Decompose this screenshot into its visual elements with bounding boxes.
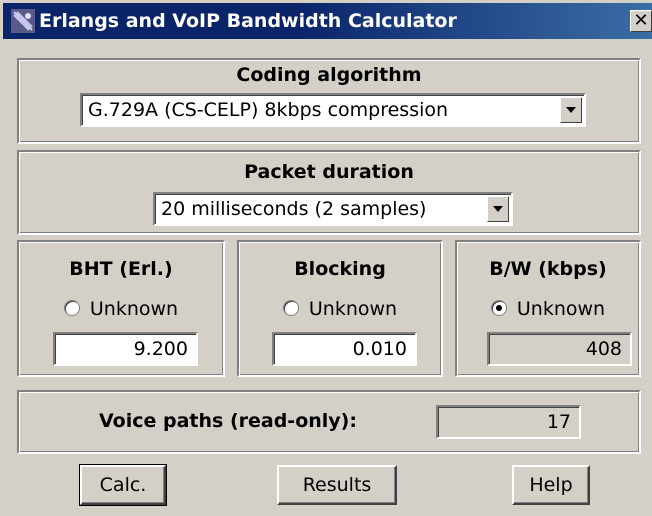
results-button[interactable]: Results [277,465,397,505]
packet-label: Packet duration [244,161,414,183]
bht-label: BHT (Erl.) [69,258,173,280]
bht-radio-label: Unknown [89,298,179,320]
chevron-down-icon [566,107,576,113]
voice-group: Voice paths (read-only): 17 [17,390,641,454]
coding-select[interactable]: G.729A (CS-CELP) 8kbps compression [80,93,586,127]
bht-radio-circle[interactable] [63,300,80,316]
packet-dropdown-button[interactable] [487,196,509,222]
blocking-group: Blocking Unknown 0.010 [237,240,443,377]
packet-selected-value: 20 milliseconds (2 samples) [161,198,427,220]
blocking-label: Blocking [294,258,386,280]
blocking-radio-label: Unknown [308,298,398,320]
bht-unknown-radio[interactable]: Unknown [19,297,223,321]
bw-unknown-radio[interactable]: Unknown [457,297,639,321]
bw-group: B/W (kbps) Unknown 408 [455,240,641,377]
coding-label: Coding algorithm [236,64,422,86]
coding-selected-value: G.729A (CS-CELP) 8kbps compression [88,99,449,121]
voice-label: Voice paths (read-only): [99,410,357,432]
packet-select[interactable]: 20 milliseconds (2 samples) [153,192,513,226]
app-icon [11,9,35,33]
bw-label: B/W (kbps) [489,258,607,280]
calculator-window: Erlangs and VoIP Bandwidth Calculator ✕ … [0,0,652,516]
close-button[interactable]: ✕ [630,10,652,32]
title-bar[interactable]: Erlangs and VoIP Bandwidth Calculator ✕ [3,3,652,39]
blocking-radio-circle[interactable] [282,300,299,316]
window-title: Erlangs and VoIP Bandwidth Calculator [39,10,457,32]
calc-button[interactable]: Calc. [79,464,167,506]
packet-group: Packet duration 20 milliseconds (2 sampl… [17,150,641,235]
voice-output: 17 [436,405,581,439]
bw-output: 408 [487,332,632,366]
blocking-input[interactable]: 0.010 [272,332,417,366]
bw-radio-circle[interactable] [490,300,507,316]
blocking-unknown-radio[interactable]: Unknown [239,297,441,321]
coding-dropdown-button[interactable] [560,97,582,123]
coding-group: Coding algorithm G.729A (CS-CELP) 8kbps … [17,58,641,144]
bw-radio-label: Unknown [516,298,606,320]
chevron-down-icon [493,206,503,212]
bht-group: BHT (Erl.) Unknown 9.200 [17,240,225,377]
help-button[interactable]: Help [512,465,590,505]
bht-input[interactable]: 9.200 [53,332,198,366]
